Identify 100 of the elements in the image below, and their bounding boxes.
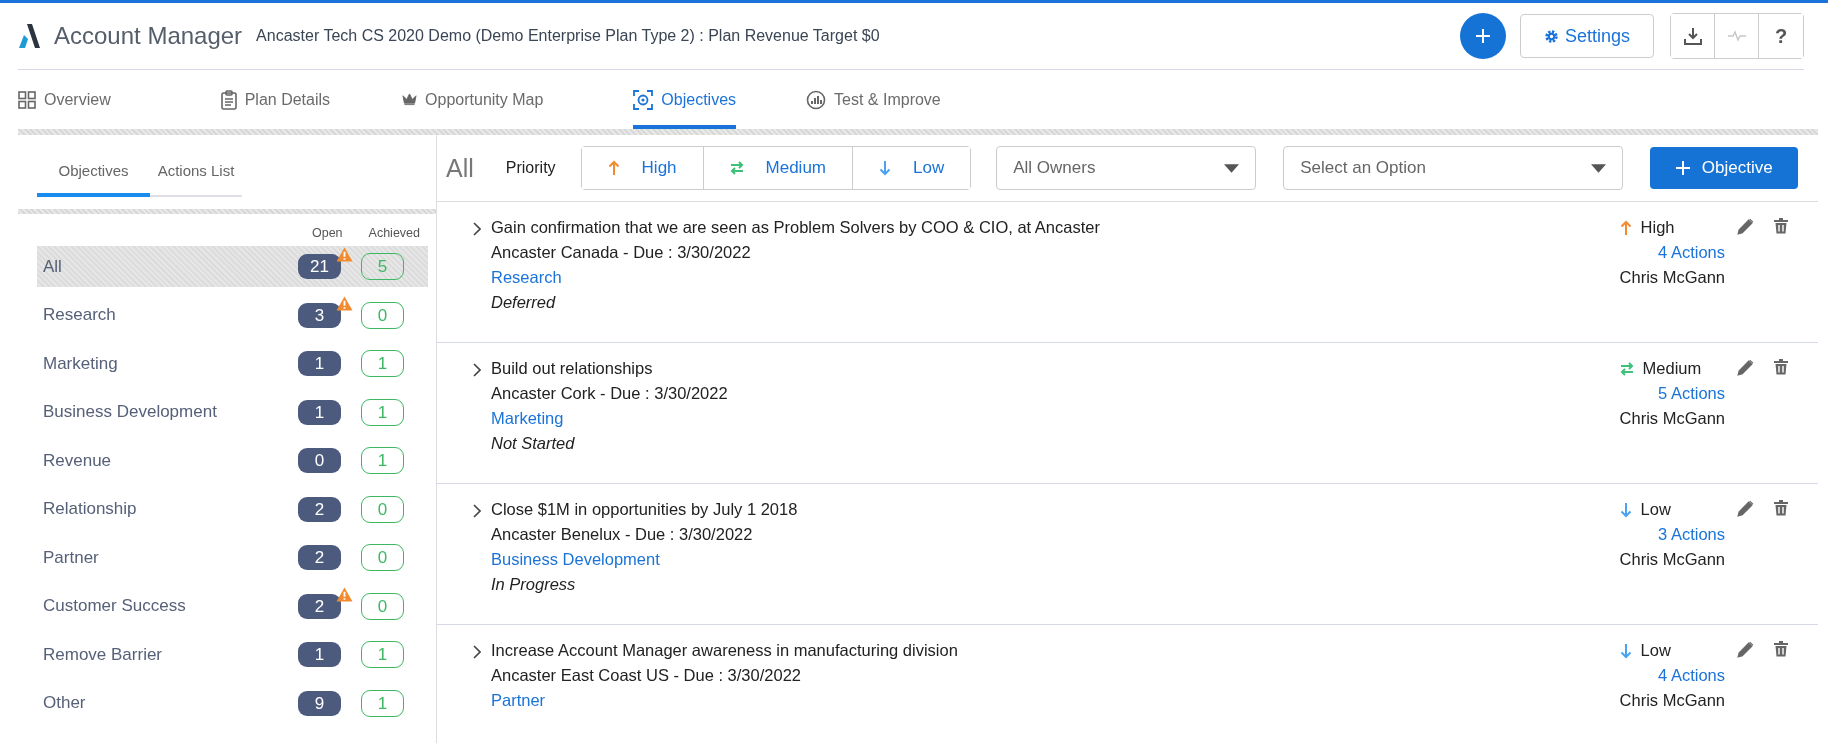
category-item[interactable]: Partner 2 0	[37, 537, 428, 578]
category-item[interactable]: Marketing 1 1	[37, 343, 428, 384]
caret-down-icon	[1224, 163, 1240, 173]
logo-icon	[18, 23, 40, 49]
objective-title: Increase Account Manager awareness in manufacturing division	[491, 641, 958, 660]
priority-text: High	[1640, 218, 1675, 237]
achieved-count: 1	[361, 689, 404, 717]
download-button[interactable]	[1671, 14, 1715, 58]
category-item[interactable]: Relationship 2 0	[37, 488, 428, 530]
category-name: Business Development	[43, 402, 218, 422]
priority-arrow-icon	[1619, 501, 1632, 518]
owner-name: Chris McGann	[1619, 409, 1725, 428]
open-count: 3	[298, 302, 341, 328]
category-link[interactable]: Business Development	[491, 550, 660, 569]
gear-icon	[1543, 28, 1559, 44]
side-tab[interactable]: Objectives	[37, 147, 150, 197]
actions-link[interactable]: 4 Actions	[1658, 666, 1725, 685]
category-name: Customer Success	[43, 596, 187, 616]
open-count: 9	[298, 690, 341, 716]
expand-chevron-icon[interactable]	[473, 504, 481, 518]
open-count: 0	[298, 448, 341, 473]
nav-tab[interactable]: Test & Improve	[806, 70, 941, 129]
delete-icon[interactable]	[1774, 500, 1788, 516]
category-name: Remove Barrier	[43, 644, 164, 665]
objective-title: Build out relationships	[491, 359, 653, 378]
plan-title: Ancaster Tech CS 2020 Demo (Demo Enterprise Plan Type 2) : Plan Revenue Target $0	[256, 27, 880, 45]
edit-icon[interactable]	[1737, 500, 1754, 517]
category-link[interactable]: Research	[491, 268, 562, 287]
objective-account-due: Ancaster Cork - Due : 3/30/2022	[491, 384, 728, 403]
actions-link[interactable]: 4 Actions	[1658, 243, 1725, 262]
delete-icon[interactable]	[1774, 218, 1788, 234]
plus-icon	[1475, 28, 1491, 44]
edit-icon[interactable]	[1737, 641, 1754, 658]
priority-arrow-icon	[1619, 642, 1632, 659]
achieved-count: 1	[361, 641, 404, 668]
priority-arrow-icon	[1619, 219, 1632, 236]
arrow-icon	[607, 160, 620, 176]
priority-text: Low	[1640, 641, 1671, 660]
nav-tab[interactable]: Plan Details	[220, 70, 331, 129]
settings-button[interactable]: Settings	[1520, 14, 1654, 58]
category-item[interactable]: Customer Success 2 0	[37, 585, 428, 627]
add-objective-button[interactable]: Objective	[1650, 147, 1799, 189]
category-item[interactable]: All 21 5	[37, 246, 428, 287]
achieved-count: 1	[361, 398, 404, 426]
category-link[interactable]: Marketing	[491, 409, 564, 428]
achieved-count: 0	[361, 495, 404, 523]
objective-status: In Progress	[491, 575, 576, 594]
expand-chevron-icon[interactable]	[473, 222, 481, 236]
expand-chevron-icon[interactable]	[473, 645, 481, 659]
actions-link[interactable]: 3 Actions	[1658, 525, 1725, 544]
add-button[interactable]	[1460, 13, 1506, 59]
target-icon	[633, 89, 654, 110]
owner-name: Chris McGann	[1619, 268, 1725, 287]
open-count: 2	[298, 545, 341, 570]
grid-icon	[18, 90, 36, 109]
priority-text: Low	[1640, 500, 1671, 519]
delete-icon[interactable]	[1774, 641, 1788, 657]
category-item[interactable]: Business Development 1 1	[37, 391, 428, 433]
edit-icon[interactable]	[1737, 218, 1754, 235]
column-header: Open	[311, 226, 343, 240]
category-name: Other	[43, 693, 87, 713]
column-header: Achieved	[368, 226, 420, 240]
objective-title: Gain confirmation that we are seen as Problem Solvers by COO & CIO, at Ancaster	[491, 218, 1100, 237]
priority-arrow-icon	[1619, 360, 1634, 377]
delete-icon[interactable]	[1774, 359, 1788, 375]
priority-filter-button[interactable]: High	[581, 147, 704, 189]
open-count: 21	[298, 254, 341, 279]
open-count: 1	[298, 399, 341, 425]
objective-status: Deferred	[491, 293, 556, 312]
category-link[interactable]: Partner	[491, 691, 546, 710]
category-item[interactable]: Revenue 0 1	[37, 440, 428, 481]
chart-icon	[806, 89, 827, 110]
open-count: 2	[298, 593, 341, 619]
edit-icon[interactable]	[1737, 359, 1754, 376]
achieved-count: 1	[361, 447, 404, 474]
objective-account-due: Ancaster Benelux - Due : 3/30/2022	[491, 525, 753, 544]
priority-text: Medium	[1642, 359, 1702, 378]
open-count: 1	[298, 642, 341, 667]
app-title: Account Manager	[54, 22, 243, 50]
nav-tab[interactable]: Opportunity Map	[402, 70, 544, 129]
achieved-count: 1	[361, 350, 404, 377]
side-tab[interactable]: Actions List	[150, 147, 242, 197]
objective-account-due: Ancaster Canada - Due : 3/30/2022	[491, 243, 751, 262]
actions-link[interactable]: 5 Actions	[1658, 384, 1725, 403]
arrow-icon	[729, 160, 744, 176]
category-name: Relationship	[43, 499, 138, 519]
option-select[interactable]: Select an Option	[1283, 146, 1624, 190]
objective-account-due: Ancaster East Coast US - Due : 3/30/2022	[491, 666, 801, 685]
expand-chevron-icon[interactable]	[473, 363, 481, 377]
open-count: 2	[298, 496, 341, 522]
owner-select[interactable]: All Owners	[996, 146, 1257, 190]
achieved-count: 0	[361, 544, 404, 571]
caret-down-icon	[1591, 163, 1607, 173]
open-count: 1	[298, 351, 341, 376]
pulse-icon	[1727, 30, 1746, 42]
priority-label: Priority	[505, 159, 556, 177]
category-item[interactable]: Other 9 1	[37, 682, 428, 724]
category-item[interactable]: Remove Barrier 1 1	[37, 634, 428, 675]
nav-tab[interactable]: Overview	[18, 70, 111, 129]
category-item[interactable]: Research 3 0	[37, 294, 428, 336]
